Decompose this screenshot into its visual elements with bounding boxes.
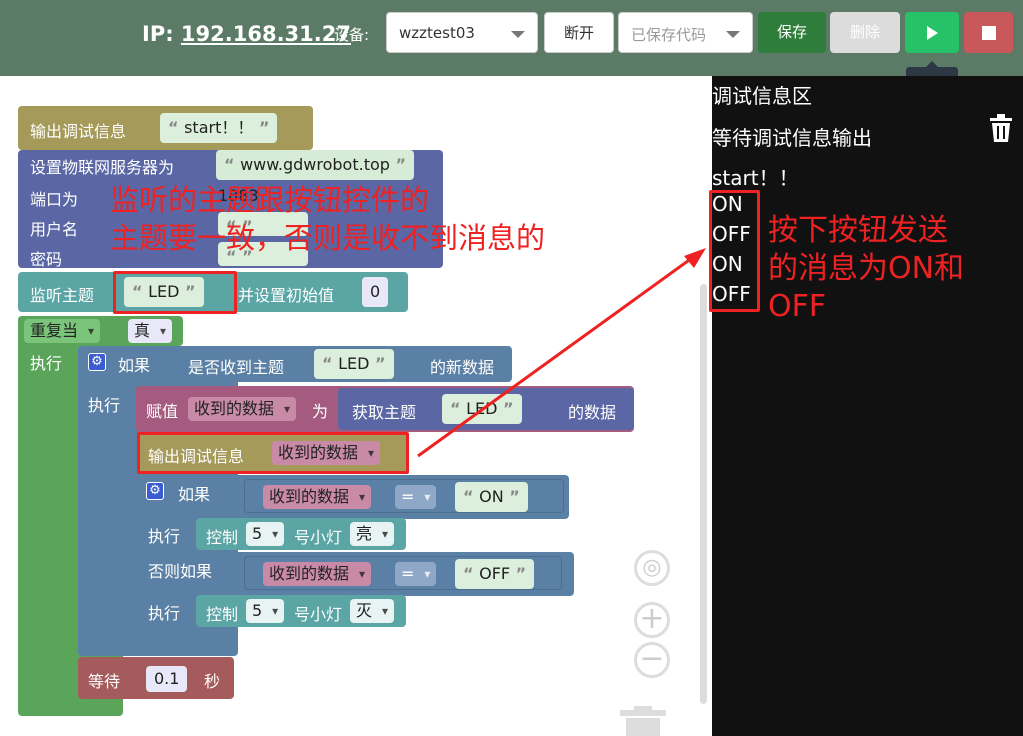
annotation-button-line3: OFF bbox=[768, 289, 827, 324]
debug-panel: 调试信息区 等待调试信息输出 start！！ ON OFF ON OFF 按下按… bbox=[709, 76, 1023, 736]
annotation-button-line1: 按下按钮发送 bbox=[768, 213, 948, 248]
debug-waiting: 等待调试信息输出 bbox=[712, 126, 872, 150]
trash-icon[interactable] bbox=[990, 114, 1012, 142]
debug-log-highlight bbox=[709, 190, 760, 312]
annotation-button-line2: 的消息为ON和 bbox=[768, 251, 965, 286]
debug-title: 调试信息区 bbox=[712, 84, 812, 108]
annotation-button-note: 按下按钮发送 的消息为ON和 OFF bbox=[768, 212, 964, 326]
debug-log-line: start！！ bbox=[712, 166, 799, 190]
